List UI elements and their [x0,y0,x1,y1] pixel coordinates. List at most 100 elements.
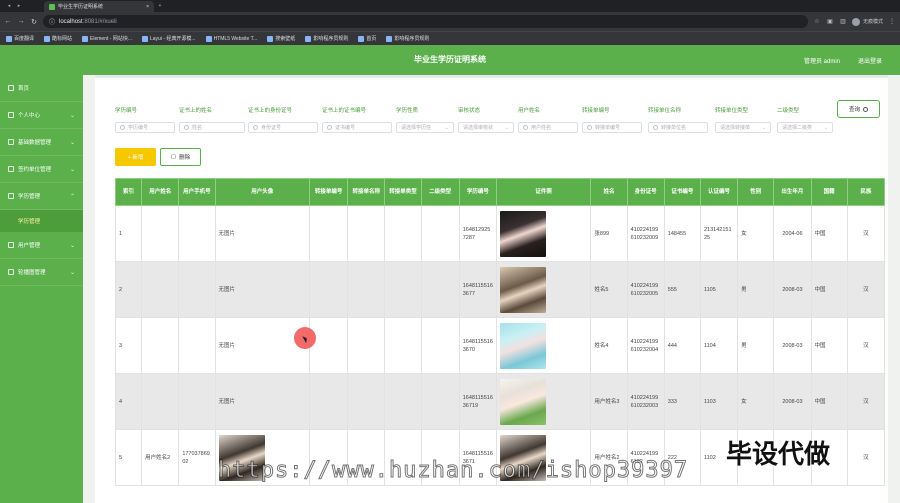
id-photo[interactable] [499,378,546,425]
add-button[interactable]: + 新增 [115,148,156,166]
sidebar-item-home[interactable]: 首页 [0,75,83,102]
col-header: 民族 [846,178,886,206]
app-title: 毕业生学历证明系统 [414,55,486,64]
col-header: 性别 [737,178,775,206]
sidebar-item-carousel[interactable]: 轮播图管理 ⌄ [0,259,83,286]
bookmark-item[interactable]: 酷标网站 [44,35,72,42]
sidebar-item-company[interactable]: 签约单位管理 ⌄ [0,156,83,183]
watermark-url: https://www.huzhan.com/ishop39397 [217,458,689,484]
tab-search-icon[interactable]: ▸ [14,3,24,9]
filter-cert-name: 证书上的姓名 姓名 [179,106,245,133]
delete-button[interactable]: ▢ 删除 [160,148,201,166]
browser-toolbar: ← → ↻ ⓘ localhost:8081/#/xueli ☆ ▣ ▥ 无痕模… [0,12,900,31]
search-icon [184,125,189,130]
filter-cert-no: 证书上的证书编号 证书编号 [322,106,392,133]
profile-button[interactable]: 无痕模式 [851,17,883,26]
filter-transfer-no-input[interactable]: 转接单编号 [582,122,642,133]
bookmark-icon [267,35,274,42]
back-icon[interactable]: ← [4,18,12,25]
new-tab-icon[interactable]: + [154,3,166,9]
search-icon [253,125,258,130]
bookmark-icon [142,35,148,42]
search-icon [653,125,658,130]
sidebar-item-base-data[interactable]: 基础数据管理 ⌄ [0,129,83,156]
browser-menu-icon[interactable]: ⋮ [888,18,896,25]
col-header: 证书编号 [663,178,701,206]
tab-close-icon[interactable]: × [146,4,149,10]
id-photo[interactable] [499,210,546,257]
sidebar-subitem-education[interactable]: 学历管理 [0,210,83,232]
sidebar-item-education[interactable]: 学历管理 ⌃ [0,183,83,210]
sidebar-item-users[interactable]: 用户管理 ⌄ [0,232,83,259]
filter-transfer-no: 转接单编号 转接单编号 [582,106,642,133]
bookmark-item[interactable]: Element - 网站快... [82,35,132,42]
filter-transfer-name-input[interactable]: 转接单位名 [648,122,708,133]
star-icon[interactable]: ☆ [813,18,821,25]
mouse-cursor-highlight [294,327,316,349]
bookmark-item[interactable]: 影响程序员规则 [305,35,348,42]
sidebar-item-profile[interactable]: 个人中心 ⌄ [0,102,83,129]
bookmark-icon [44,35,51,42]
home-icon [8,85,14,91]
image-icon [8,269,14,275]
trash-icon: ▢ [170,154,177,160]
filter-idcard: 证书上的身份证号 身份证号 [248,106,318,133]
bookmark-icon [205,35,212,42]
site-info-icon[interactable]: ⓘ [49,17,55,26]
id-photo[interactable] [499,266,546,313]
table-header-row: 索引 用户姓名 用户手机号 用户头像 转接单编号 转接单名称 转接单类型 二级类… [114,178,886,206]
forward-icon[interactable]: → [17,18,25,25]
col-header: 转接单类型 [384,178,422,206]
sidebar: 首页 个人中心 ⌄ 基础数据管理 ⌄ 签约单位管理 ⌄ 学历管理 ⌃ 学历管理 … [0,75,83,503]
address-bar[interactable]: ⓘ localhost:8081/#/xueli [43,15,808,28]
building-icon [8,166,14,172]
bookmark-item[interactable]: HTML5 Website T... [205,35,257,42]
sidepanel-icon[interactable]: ▥ [839,18,847,25]
col-header: 用户头像 [214,178,310,206]
table-row[interactable]: 4 无图片 164811551636719 用户姓名3 410224199610… [114,373,886,430]
bookmark-icon [386,35,393,42]
query-button[interactable]: 查询 [837,100,880,118]
reload-icon[interactable]: ↻ [30,18,38,26]
filter-audit-status-select[interactable]: 请选择审核状 ⌄ [458,122,514,133]
bookmark-item[interactable]: 影响程序员规则 [386,35,429,42]
filter-edu-nature-select[interactable]: 请选择学历性 ⌄ [396,122,454,133]
col-header: 姓名 [590,178,628,206]
id-photo[interactable] [499,322,546,369]
extension-icon[interactable]: ▣ [826,18,834,25]
chevron-down-icon: ⌄ [504,124,509,131]
chevron-down-icon: ⌄ [69,242,75,249]
filter-transfer-type-select[interactable]: 请选择转接单 ⌄ [715,122,771,133]
filter-cert-no-input[interactable]: 证书编号 [322,122,392,133]
filter-user-name: 用户姓名 用户姓名 [518,106,578,133]
tab-menu-icon[interactable]: ◂ [4,3,14,9]
col-header: 转接单名称 [347,178,386,206]
filter-edu-no-input[interactable]: 学历编号 [115,122,175,133]
col-header: 出生年月 [773,178,812,206]
browser-tab[interactable]: 毕业生学历证明系统 × [44,1,154,12]
col-header: 索引 [114,178,143,206]
table-row[interactable]: 1 无图片 1648129257287 张899 410224199610232… [114,205,886,262]
logout-link[interactable]: 退出登录 [858,56,882,65]
bookmark-item[interactable]: 搜索壁纸 [267,35,295,42]
bookmark-item[interactable]: 首页 [358,35,376,42]
filter-edu-no: 学历编号 学历编号 [115,106,175,133]
col-header: 身份证号 [626,178,665,206]
tab-favicon-icon [49,3,55,10]
filter-user-name-input[interactable]: 用户姓名 [518,122,578,133]
bookmark-item[interactable]: 百度翻译 [6,35,34,42]
filter-cert-name-input[interactable]: 姓名 [179,122,245,133]
filter-idcard-input[interactable]: 身份证号 [248,122,318,133]
filter-sub-type-select[interactable]: 请选择二级类 ⌄ [777,122,833,133]
table-row[interactable]: 2 无图片 16481155163677 姓名5 410224199610232… [114,261,886,318]
chevron-down-icon: ⌄ [823,124,828,131]
chevron-up-icon: ⌃ [69,193,75,200]
table-row[interactable]: 3 无图片 16481155163670 姓名4 410224199610232… [114,317,886,374]
chevron-down-icon: ⌄ [69,166,75,173]
bookmark-item[interactable]: Layui - 经典开源模... [142,35,196,42]
search-icon [523,125,528,130]
filter-edu-nature: 学历性质 请选择学历性 ⌄ [396,106,454,133]
chevron-down-icon: ⌄ [69,112,75,119]
chevron-down-icon: ⌄ [69,139,75,146]
bookmark-icon [358,35,365,42]
